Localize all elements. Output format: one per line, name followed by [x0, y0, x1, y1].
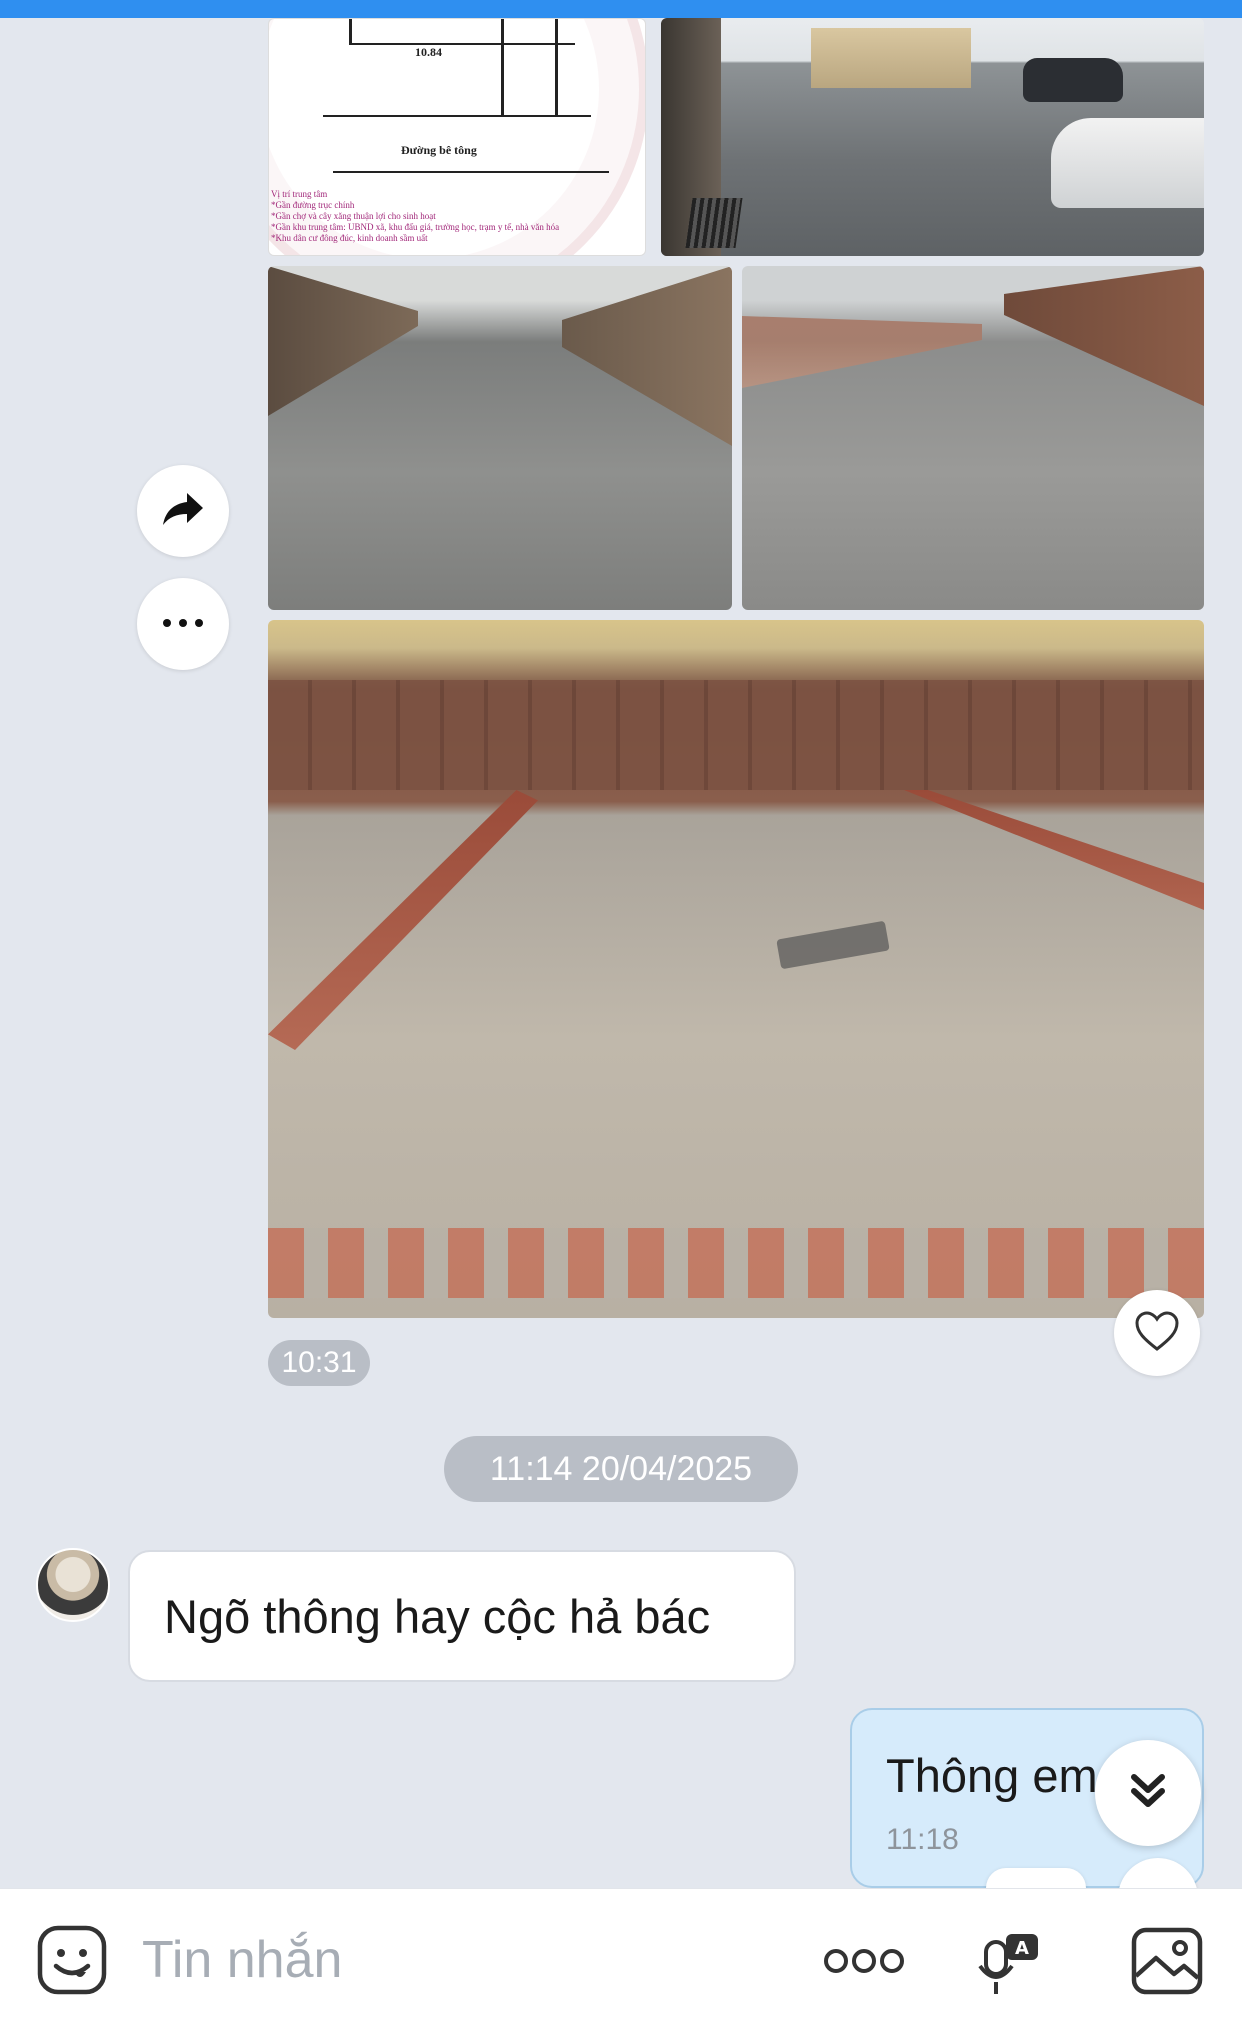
note-0: Vị trí trung tâm	[271, 189, 328, 199]
message-time-text: 10:31	[281, 1346, 357, 1379]
chat-area[interactable]: 10.84 Đường bê tông Vị trí trung tâm *Gầ…	[0, 0, 1242, 1888]
mic-translate-icon[interactable]: A	[976, 1932, 1042, 2003]
more-icon	[161, 615, 205, 633]
date-separator-text: 11:14 20/04/2025	[489, 1449, 753, 1488]
street-photo-2[interactable]	[268, 266, 732, 610]
react-heart-button[interactable]	[1114, 1290, 1200, 1376]
note-3: *Gần khu trung tâm: UBND xã, khu đấu giá…	[271, 222, 560, 232]
message-input-placeholder: Tin nhắn	[142, 1931, 343, 1989]
dimension-label: 10.84	[415, 45, 442, 59]
scroll-to-bottom-button[interactable]	[1095, 1740, 1201, 1846]
road-label: Đường bê tông	[401, 143, 477, 157]
street-photo-3[interactable]	[742, 266, 1204, 610]
more-options-button[interactable]	[137, 578, 229, 670]
chevrons-down-icon	[1128, 1771, 1168, 1816]
emoji-icon[interactable]	[36, 1924, 108, 2001]
note-1: *Gần đường trục chính	[271, 200, 355, 210]
heart-icon	[1134, 1310, 1180, 1357]
street-photo-1[interactable]	[661, 18, 1204, 256]
svg-text:A: A	[1015, 1938, 1029, 1959]
sender-avatar[interactable]	[36, 1548, 110, 1622]
message-input[interactable]: Tin nhắn	[142, 1930, 342, 1990]
date-separator: 11:14 20/04/2025	[444, 1436, 798, 1502]
floor-plan-image[interactable]: 10.84 Đường bê tông Vị trí trung tâm *Gầ…	[268, 18, 646, 256]
incoming-message-bubble[interactable]: Ngõ thông hay cộc hả bác	[128, 1550, 796, 1682]
incoming-message-text: Ngõ thông hay cộc hả bác	[164, 1589, 711, 1643]
share-button[interactable]	[137, 465, 229, 557]
land-lot-photo[interactable]	[268, 620, 1204, 1318]
top-status-strip	[0, 0, 1242, 18]
note-2: *Gần chợ và cây xăng thuận lợi cho sinh …	[271, 211, 436, 221]
note-4: *Khu dân cư đông đúc, kinh doanh sầm uất	[271, 233, 428, 243]
reaction-badge[interactable]	[986, 1868, 1086, 1888]
dots-icon[interactable]	[822, 1946, 906, 1981]
share-icon	[161, 489, 205, 534]
message-time: 10:31	[268, 1340, 370, 1386]
image-icon[interactable]	[1130, 1926, 1204, 2001]
